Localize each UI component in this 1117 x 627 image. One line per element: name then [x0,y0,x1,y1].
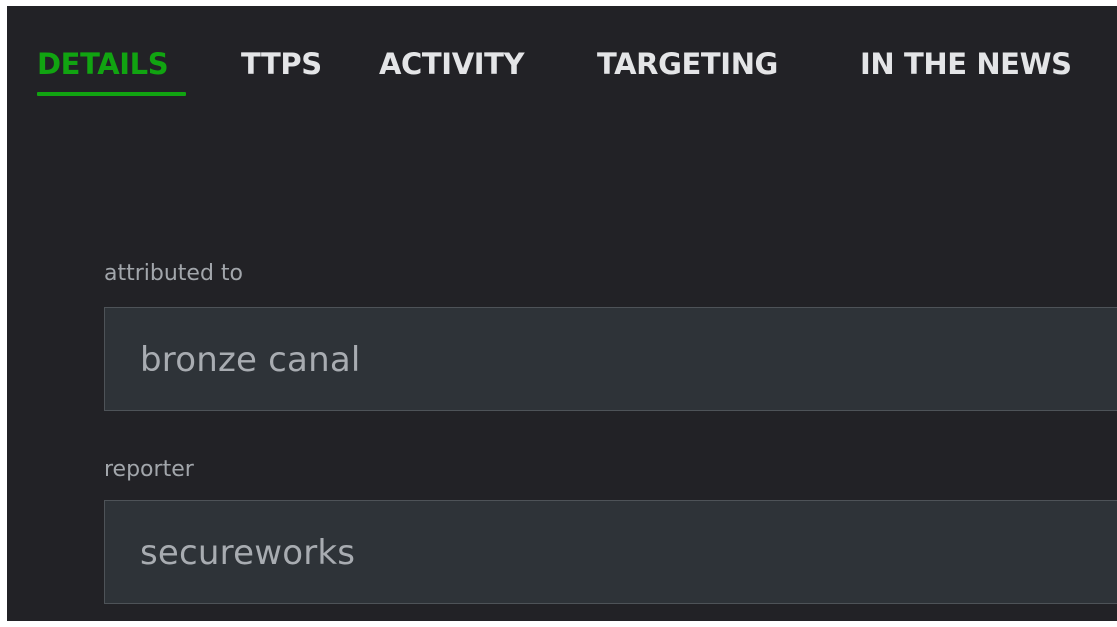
tab-activity[interactable]: ACTIVITY [379,40,525,88]
attributed-to-label: attributed to [104,261,244,286]
details-panel: DETAILS TTPS ACTIVITY TARGETING IN THE N… [7,6,1117,621]
attributed-to-field[interactable]: bronze canal [104,307,1117,411]
tab-bar: DETAILS TTPS ACTIVITY TARGETING IN THE N… [7,6,1117,106]
tab-ttps[interactable]: TTPS [241,40,322,88]
active-tab-indicator [37,92,186,96]
tab-details[interactable]: DETAILS [37,40,169,88]
reporter-label: reporter [104,457,194,482]
reporter-field[interactable]: secureworks [104,500,1117,604]
tab-targeting[interactable]: TARGETING [597,40,778,88]
tab-in-the-news[interactable]: IN THE NEWS [860,40,1072,88]
